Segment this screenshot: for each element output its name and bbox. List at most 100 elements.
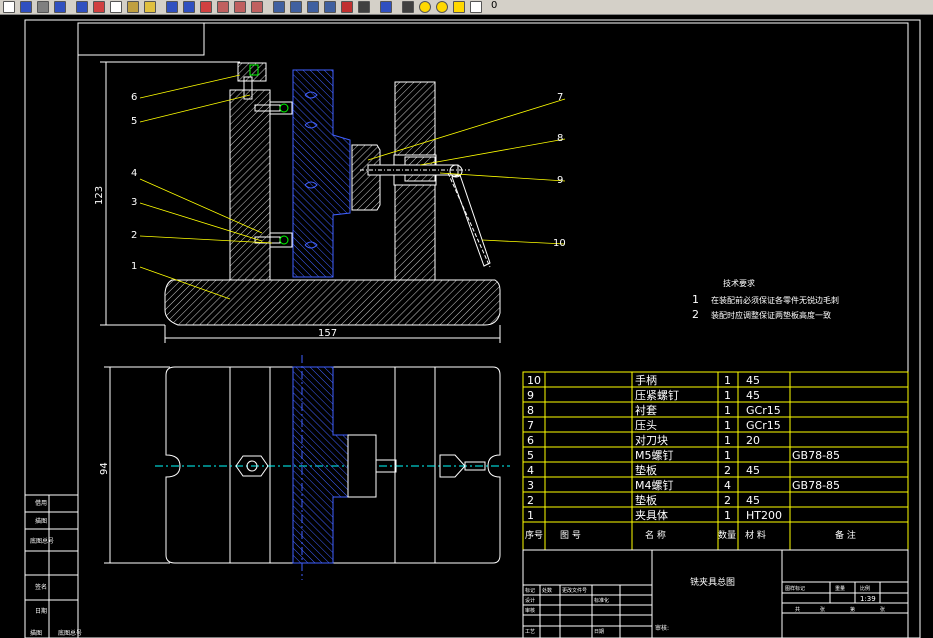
side-label-1: 描图 <box>35 517 47 525</box>
side-stamp: 借用 描图 底图总号 签名 日期 描图 底图总号 <box>25 499 82 637</box>
bom-table: 10 手柄 1 459 压紧螺钉 1 458 衬套 1 GCr157 压头 1 GCr156 对刀块 1 20… <box>522 371 909 551</box>
zoom-previous-icon[interactable] <box>251 1 263 13</box>
help-icon[interactable] <box>380 1 392 13</box>
bom-name-10: 手柄 <box>635 373 657 387</box>
bom-name-8: 衬套 <box>635 404 657 417</box>
pan-icon[interactable] <box>200 1 212 13</box>
calculator-icon[interactable] <box>358 1 370 13</box>
publish-icon[interactable] <box>76 1 88 13</box>
tb-left-label-4: 审核 <box>525 607 535 614</box>
bom-note-5: GB78-85 <box>792 449 840 462</box>
bom-no-7: 7 <box>527 419 534 432</box>
tb-left-label-3: 设计 <box>525 597 535 604</box>
new-icon[interactable] <box>3 1 15 13</box>
technical-requirements: 技术要求 1 在装配前必须保证各零件无锐边毛刺 2 装配时应调整保证两垫板高度一… <box>692 278 839 321</box>
tb-right-label-1: 重量 <box>835 585 845 592</box>
design-center-icon[interactable] <box>290 1 302 13</box>
bom-header-no: 序号 <box>525 529 543 541</box>
dim-width: 157 <box>164 325 501 343</box>
bom-qty-3: 4 <box>724 479 731 492</box>
front-view: 123 157 6 5 4 3 2 1 7 8 9 10 <box>94 61 566 343</box>
drawing-title: 铣夹具总图 <box>690 576 735 588</box>
scale-value: 1:39 <box>860 595 876 603</box>
lightbulb-icon[interactable] <box>419 1 431 13</box>
preview-icon[interactable] <box>54 1 66 13</box>
callout-4: 4 <box>131 168 137 179</box>
bottom-label-1: 底图总号 <box>58 629 82 637</box>
copy-icon[interactable] <box>110 1 122 13</box>
approved-label: 审核: <box>655 624 669 632</box>
dim-plan-height-text: 94 <box>99 462 110 475</box>
bom-qty-4: 2 <box>724 464 731 477</box>
bom-mat-9: 45 <box>746 389 760 402</box>
toolbar: 0 <box>0 0 933 15</box>
title-block <box>522 549 909 638</box>
drawing-frame <box>24 19 921 638</box>
zoom-icon[interactable] <box>217 1 229 13</box>
save-icon[interactable] <box>20 1 32 13</box>
tb-right-label-3: 共 <box>795 606 800 613</box>
properties-icon[interactable] <box>273 1 285 13</box>
bottom-label-0: 描图 <box>30 629 42 637</box>
layer-icon[interactable] <box>402 1 414 13</box>
paste-icon[interactable] <box>127 1 139 13</box>
tech-req-text-1: 在装配前必须保证各零件无锐边毛刺 <box>711 295 839 305</box>
tool-palette-icon[interactable] <box>307 1 319 13</box>
match-icon[interactable] <box>144 1 156 13</box>
bom-no-4: 4 <box>527 464 534 477</box>
bom-header-code: 图 号 <box>560 530 581 541</box>
handle <box>451 174 491 267</box>
bom-no-1: 1 <box>527 509 534 522</box>
tb-left-label-2: 更改文件号 <box>562 587 587 594</box>
pad-lower <box>269 232 293 248</box>
side-label-3: 签名 <box>35 583 47 591</box>
tb-mid-label-0: 标准化 <box>594 597 609 604</box>
drawing-canvas[interactable]: 借用 描图 底图总号 签名 日期 描图 底图总号 123 157 6 5 4 3… <box>0 15 933 638</box>
bom-name-4: 垫板 <box>635 463 657 477</box>
bom-qty-9: 1 <box>724 389 731 402</box>
bom-qty-1: 1 <box>724 509 731 522</box>
lock-icon[interactable] <box>453 1 465 13</box>
callout-5: 5 <box>131 116 137 127</box>
bom-name-5: M5螺钉 <box>635 449 674 462</box>
dim-width-text: 157 <box>318 328 337 339</box>
tb-right-label-5: 第 <box>850 606 855 613</box>
bom-name-7: 压头 <box>635 419 657 432</box>
side-label-0: 借用 <box>35 499 47 507</box>
side-label-2: 底图总号 <box>30 537 54 545</box>
bom-mat-10: 45 <box>746 374 760 387</box>
tb-left-label-5: 工艺 <box>525 629 535 635</box>
fixture-body-base <box>164 279 501 326</box>
bom-no-8: 8 <box>527 404 534 417</box>
cut-icon[interactable] <box>93 1 105 13</box>
tech-req-num-1: 1 <box>692 293 699 306</box>
bom-no-2: 2 <box>527 494 534 507</box>
dim-height-text: 123 <box>94 186 105 205</box>
bom-qty-8: 1 <box>724 404 731 417</box>
callout-8: 8 <box>557 133 563 144</box>
bom-note-3: GB78-85 <box>792 479 840 492</box>
redo-icon[interactable] <box>183 1 195 13</box>
undo-icon[interactable] <box>166 1 178 13</box>
sun-icon[interactable] <box>436 1 448 13</box>
zoom-window-icon[interactable] <box>234 1 246 13</box>
bom-qty-6: 1 <box>724 434 731 447</box>
pad-upper <box>269 101 293 115</box>
callout-3: 3 <box>131 197 137 208</box>
bom-qty-10: 1 <box>724 374 731 387</box>
plan-pressure-head <box>347 434 377 498</box>
bom-mat-7: GCr15 <box>746 419 781 432</box>
layer-name[interactable]: 0 <box>491 0 497 11</box>
bom-name-2: 垫板 <box>635 493 657 507</box>
bom-qty-2: 2 <box>724 494 731 507</box>
callout-6: 6 <box>131 92 137 103</box>
bom-no-6: 6 <box>527 434 534 447</box>
callout-10: 10 <box>553 238 566 249</box>
markup-icon[interactable] <box>341 1 353 13</box>
print-icon[interactable] <box>37 1 49 13</box>
bom-qty-7: 1 <box>724 419 731 432</box>
bom-name-1: 夹具体 <box>635 508 668 522</box>
color-icon[interactable] <box>470 1 482 13</box>
sheet-set-icon[interactable] <box>324 1 336 13</box>
callout-2: 2 <box>131 230 137 241</box>
